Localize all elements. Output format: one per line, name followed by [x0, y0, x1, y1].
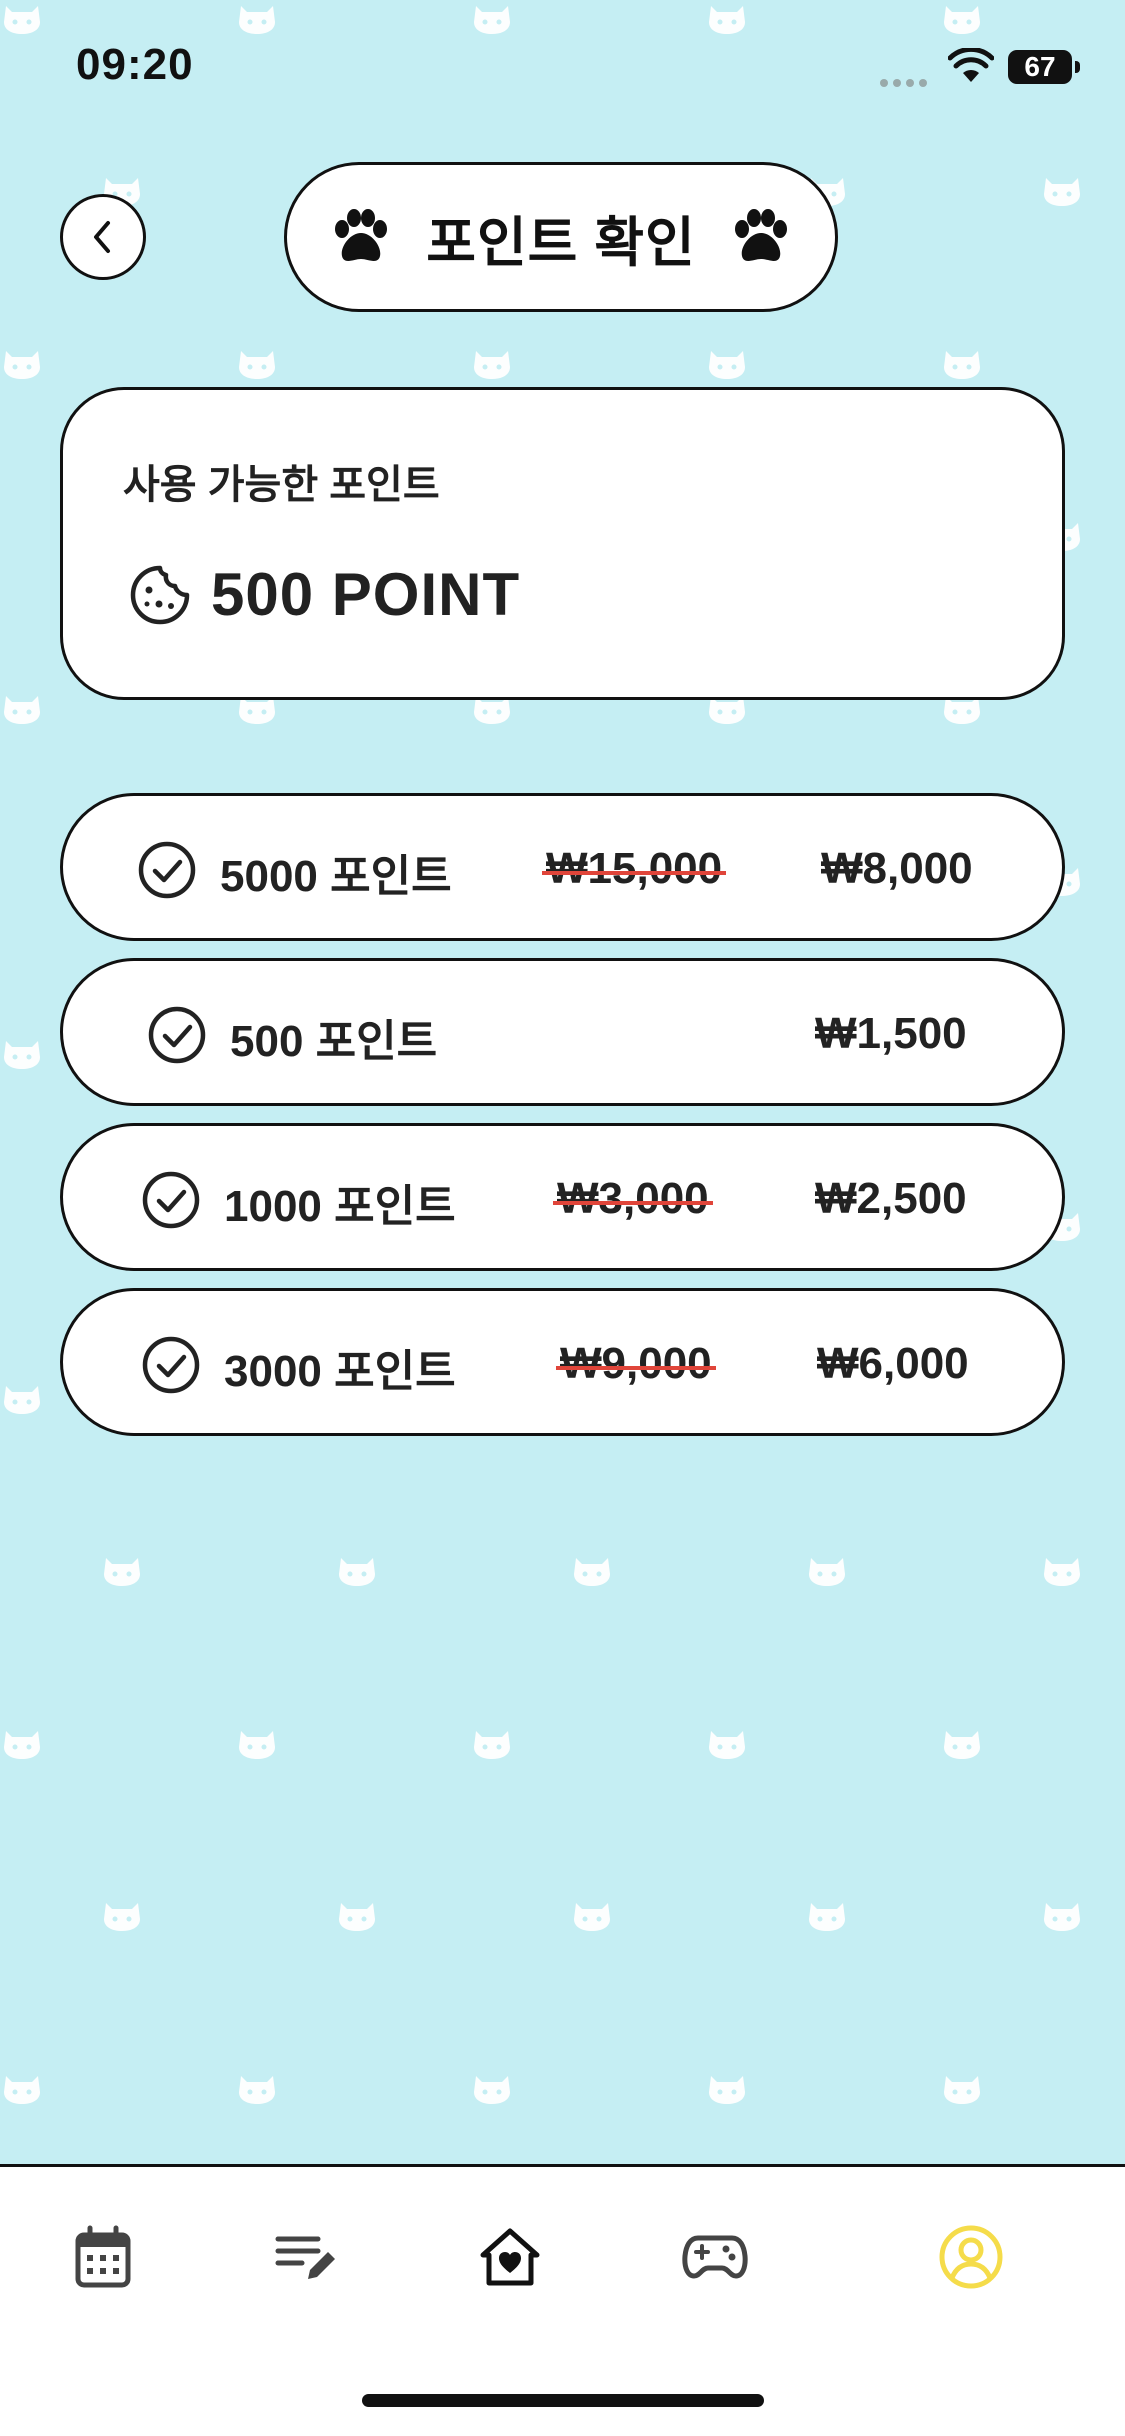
cat-pattern-icon [1044, 1903, 1080, 1931]
cat-pattern-icon [574, 1903, 610, 1931]
cat-pattern-icon [709, 1731, 745, 1759]
nav-home[interactable] [470, 2217, 550, 2297]
calendar-icon [75, 2225, 131, 2288]
paw-icon [335, 209, 388, 261]
cat-pattern-icon [474, 351, 510, 379]
balance-value: 500 POINT [211, 561, 521, 628]
cat-pattern-icon [339, 1903, 375, 1931]
status-time: 09:20 [76, 40, 194, 89]
cookie-icon [130, 565, 190, 624]
package-points: 3000 포인트 [224, 1347, 456, 1396]
check-circle-icon [138, 841, 196, 899]
check-circle-icon [142, 1336, 200, 1394]
cat-pattern-icon [239, 2076, 275, 2104]
cat-pattern-icon [709, 351, 745, 379]
cat-pattern-icon [944, 351, 980, 379]
cat-pattern-icon [474, 1731, 510, 1759]
cat-pattern-icon [944, 2076, 980, 2104]
point-package-3000[interactable]: 3000 포인트 ₩9,000 ₩6,000 [60, 1288, 1065, 1436]
balance-row: 500 POINT [129, 560, 520, 629]
gamepad-icon [682, 2235, 748, 2279]
cat-pattern-icon [4, 1731, 40, 1759]
package-price: ₩2,500 [815, 1174, 967, 1223]
cat-pattern-icon [574, 1558, 610, 1586]
cat-pattern-icon [1044, 1558, 1080, 1586]
cat-pattern-icon [4, 696, 40, 724]
signal-icon [880, 74, 932, 92]
nav-calendar[interactable] [63, 2217, 143, 2297]
back-button[interactable] [60, 194, 146, 280]
cat-pattern-icon [4, 1386, 40, 1414]
package-points: 5000 포인트 [220, 852, 452, 901]
status-bar: 09:20 67 [0, 0, 1125, 130]
cat-pattern-icon [4, 351, 40, 379]
point-package-1000[interactable]: 1000 포인트 ₩3,000 ₩2,500 [60, 1123, 1065, 1271]
cat-pattern-icon [239, 351, 275, 379]
cat-pattern-icon [339, 1558, 375, 1586]
nav-profile[interactable] [931, 2217, 1011, 2297]
edit-list-icon [275, 2236, 335, 2279]
chevron-left-icon [94, 221, 110, 253]
cat-pattern-icon [809, 1558, 845, 1586]
cat-pattern-icon [4, 1041, 40, 1069]
cat-pattern-icon [104, 1903, 140, 1931]
point-package-500[interactable]: 500 포인트 ₩1,500 [60, 958, 1065, 1106]
home-heart-icon [480, 2228, 540, 2286]
balance-card: 사용 가능한 포인트 500 POINT [60, 387, 1065, 700]
package-points: 500 포인트 [230, 1017, 438, 1066]
cat-pattern-icon [809, 1903, 845, 1931]
nav-journal[interactable] [266, 2217, 346, 2297]
wifi-icon [947, 46, 995, 89]
cat-pattern-icon [1044, 178, 1080, 206]
point-package-5000[interactable]: 5000 포인트 ₩15,000 ₩8,000 [60, 793, 1065, 941]
cat-pattern-icon [474, 2076, 510, 2104]
package-original-price: ₩9,000 [556, 1339, 716, 1388]
paw-icon [734, 209, 787, 261]
package-price: ₩1,500 [815, 1009, 967, 1058]
cat-pattern-icon [944, 1731, 980, 1759]
home-indicator [362, 2394, 764, 2407]
package-price: ₩8,000 [821, 844, 973, 893]
check-circle-icon [148, 1006, 206, 1064]
page-title: 포인트 확인 [426, 212, 696, 273]
page-title-pill: 포인트 확인 [284, 162, 838, 312]
package-original-price: ₩15,000 [541, 844, 727, 893]
nav-game[interactable] [675, 2217, 755, 2297]
package-points: 1000 포인트 [224, 1182, 456, 1231]
cat-pattern-icon [4, 2076, 40, 2104]
check-circle-icon [142, 1171, 200, 1229]
package-price: ₩6,000 [817, 1339, 969, 1388]
cat-pattern-icon [709, 2076, 745, 2104]
balance-label: 사용 가능한 포인트 [123, 463, 440, 507]
cat-pattern-icon [239, 1731, 275, 1759]
profile-icon [939, 2225, 1003, 2289]
package-original-price: ₩3,000 [553, 1174, 713, 1223]
cat-pattern-icon [104, 1558, 140, 1586]
battery-indicator: 67 [1008, 50, 1080, 84]
